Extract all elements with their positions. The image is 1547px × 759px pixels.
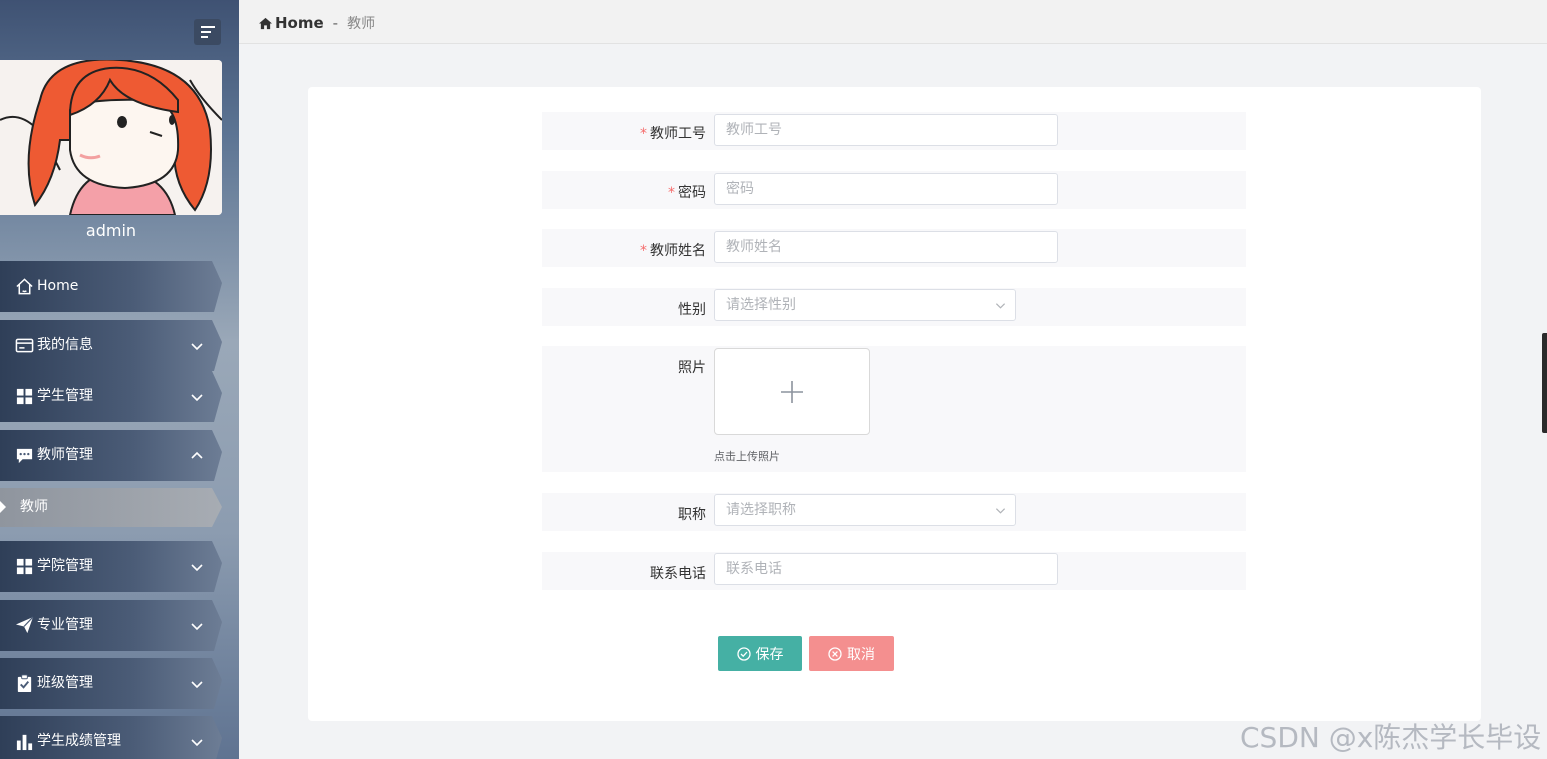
chevron-down-icon [191, 739, 203, 747]
watermark-text: CSDN @x陈杰学长毕设 [1240, 721, 1542, 754]
close-circle-icon [828, 646, 842, 661]
gender-select[interactable]: 请选择性别 [714, 289, 1016, 321]
chevron-down-icon [995, 303, 1006, 309]
title-select[interactable]: 请选择职称 [714, 494, 1016, 526]
breadcrumb-separator: - [332, 14, 339, 32]
save-button-label: 保存 [755, 646, 784, 663]
sidebar-item-label: 教师管理 [37, 447, 93, 463]
required-mark: * [640, 243, 647, 259]
gender-select-placeholder: 请选择性别 [726, 297, 796, 313]
teacher-id-input[interactable]: 教师工号 [714, 114, 1058, 146]
grid-icon [16, 388, 33, 405]
chevron-down-icon [191, 681, 203, 689]
chevron-down-icon [191, 394, 203, 402]
password-label: * 密码 [546, 182, 706, 202]
sidebar-item-home[interactable]: Home [0, 261, 222, 312]
top-bar: Home - 教师 [239, 0, 1547, 44]
sidebar-item-college-management[interactable]: 学院管理 [0, 541, 222, 592]
password-label-text: 密码 [678, 185, 706, 201]
gender-label: 性别 [678, 302, 706, 318]
bar-chart-icon [16, 734, 33, 751]
title-label: 职称 [678, 507, 706, 523]
sidebar-subitem-label: 教师 [20, 499, 48, 515]
breadcrumb-current: 教师 [347, 16, 376, 32]
teacher-id-label: * 教师工号 [546, 123, 706, 143]
chat-icon [16, 448, 33, 464]
active-marker [0, 501, 6, 513]
photo-upload-box[interactable] [714, 348, 870, 435]
phone-input[interactable]: 联系电话 [714, 553, 1058, 585]
sidebar-item-class-management[interactable]: 班级管理 [0, 658, 222, 709]
teacher-name-input[interactable]: 教师姓名 [714, 231, 1058, 263]
scrollbar-handle[interactable] [1542, 333, 1547, 433]
avatar [0, 60, 222, 215]
breadcrumb: Home - 教师 [259, 13, 375, 33]
sidebar-item-score-management[interactable]: 学生成绩管理 [0, 716, 222, 759]
clipboard-check-icon [17, 674, 32, 693]
sidebar-item-label: 专业管理 [37, 617, 93, 633]
sidebar-item-label: Home [37, 278, 79, 294]
cancel-button-label: 取消 [847, 646, 875, 663]
home-icon [259, 17, 272, 29]
sidebar-item-teacher-management[interactable]: 教师管理 [0, 430, 222, 481]
chevron-down-icon [995, 508, 1006, 514]
plus-icon [781, 381, 803, 403]
teacher-name-label-text: 教师姓名 [650, 243, 706, 259]
sidebar-subitem-teacher[interactable]: 教师 [0, 488, 222, 527]
sidebar-item-major-management[interactable]: 专业管理 [0, 600, 222, 651]
photo-label: 照片 [678, 360, 706, 376]
photo-upload-tip: 点击上传照片 [714, 450, 780, 463]
chevron-down-icon [191, 564, 203, 572]
phone-label: 联系电话 [650, 566, 706, 582]
sidebar-item-my-info[interactable]: 我的信息 [0, 320, 222, 371]
paper-plane-icon [15, 616, 34, 634]
sidebar-toggle-button[interactable] [194, 19, 221, 45]
sidebar-item-label: 学院管理 [37, 558, 93, 574]
form-row-photo: 照片 [542, 346, 1246, 472]
cancel-button[interactable]: 取消 [809, 636, 894, 671]
save-button[interactable]: 保存 [718, 636, 802, 671]
breadcrumb-home-link[interactable]: Home [275, 14, 324, 32]
teacher-name-label: * 教师姓名 [546, 240, 706, 260]
home-icon [16, 278, 33, 295]
chevron-down-icon [191, 343, 203, 351]
avatar-cartoon-girl-image [0, 60, 222, 215]
grid-icon [16, 558, 33, 575]
sidebar-item-student-management[interactable]: 学生管理 [0, 371, 222, 422]
required-mark: * [668, 185, 675, 201]
password-input[interactable]: 密码 [714, 173, 1058, 205]
chevron-up-icon [191, 451, 203, 459]
teacher-id-label-text: 教师工号 [650, 126, 706, 142]
sidebar-item-label: 班级管理 [37, 675, 93, 691]
check-circle-icon [736, 646, 751, 661]
title-select-placeholder: 请选择职称 [726, 502, 796, 518]
username: admin [85, 221, 137, 240]
sidebar-item-label: 学生成绩管理 [37, 733, 121, 749]
sidebar-item-label: 我的信息 [37, 337, 93, 353]
id-card-icon [15, 338, 34, 353]
chevron-down-icon [191, 623, 203, 631]
required-mark: * [640, 126, 647, 142]
sidebar-item-label: 学生管理 [37, 388, 93, 404]
menu-collapse-icon [200, 26, 215, 38]
sidebar: admin Home 我的信息 学生管理 教师管理 教师 学院管理 专业管理 班… [0, 0, 239, 759]
